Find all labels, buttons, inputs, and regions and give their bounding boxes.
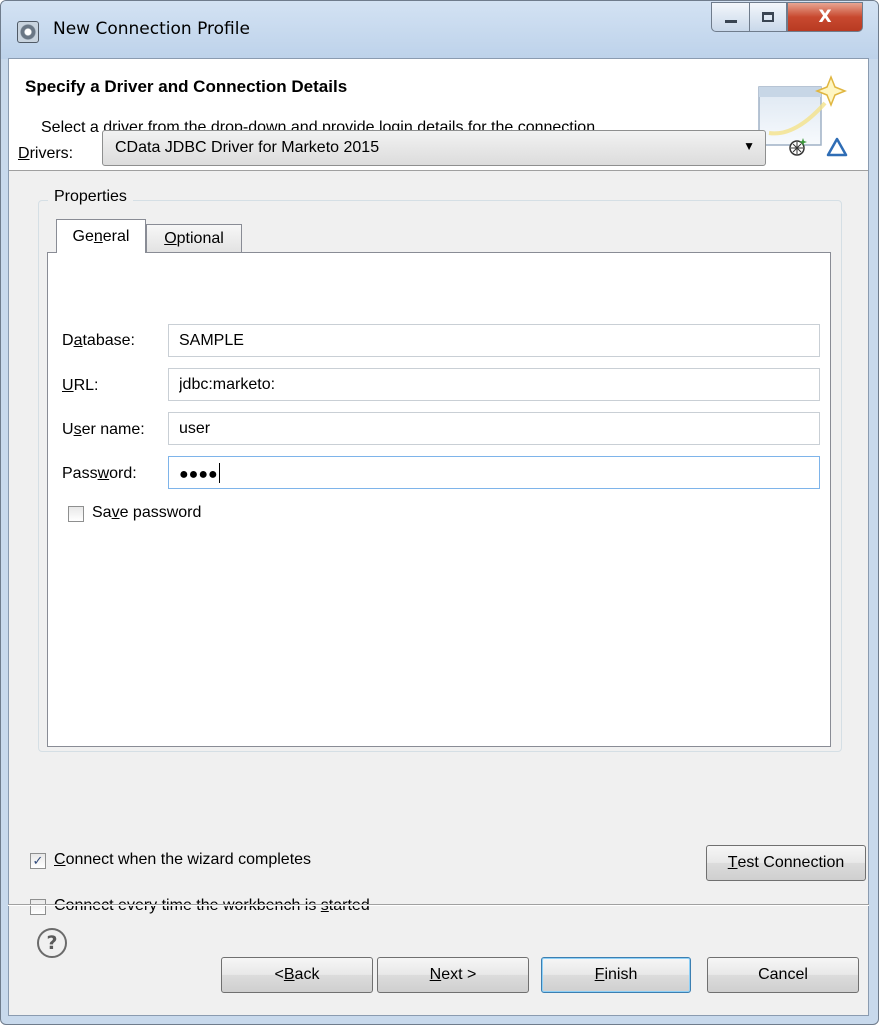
close-button[interactable]: X	[787, 2, 863, 32]
checkmark-icon: ✓	[32, 853, 44, 869]
connect-every-time-checkbox[interactable]	[30, 899, 46, 915]
title-bar[interactable]: New Connection Profile X	[1, 1, 878, 59]
tab-general[interactable]: Ge n eral	[56, 219, 146, 253]
tab-optional[interactable]: Optional	[146, 224, 242, 253]
eclipse-app-icon	[17, 21, 39, 43]
finish-button[interactable]: Finish	[541, 957, 691, 993]
new-driver-icon[interactable]	[787, 136, 809, 158]
text-cursor	[218, 463, 220, 483]
properties-group-label: Properties	[48, 188, 133, 206]
username-label: User name:	[62, 421, 145, 438]
drivers-selected-value: CData JDBC Driver for Marketo 2015	[115, 139, 380, 156]
save-password-checkbox[interactable]	[68, 506, 84, 522]
drivers-label: Drivers:	[18, 145, 74, 162]
help-glyph: ?	[46, 932, 58, 954]
maximize-button[interactable]	[749, 2, 787, 32]
back-button[interactable]: < Back	[221, 957, 373, 993]
password-label: Password:	[62, 465, 137, 482]
connect-on-complete-label[interactable]: Connect when the wizard completes	[54, 851, 311, 869]
general-tab-panel: Database: URL: User name: Password: ●●●●…	[47, 252, 831, 747]
connect-on-complete-checkbox[interactable]: ✓	[30, 853, 46, 869]
close-icon: X	[818, 7, 832, 27]
maximize-icon	[762, 12, 774, 22]
drivers-dropdown[interactable]: CData JDBC Driver for Marketo 2015 ▼	[102, 130, 766, 166]
dropdown-arrow-icon: ▼	[743, 139, 755, 153]
minimize-button[interactable]	[711, 2, 749, 32]
cancel-button[interactable]: Cancel	[707, 957, 859, 993]
database-field[interactable]	[168, 324, 820, 357]
page-title: Specify a Driver and Connection Details	[25, 77, 348, 96]
window-title: New Connection Profile	[53, 19, 250, 39]
help-icon[interactable]: ?	[37, 928, 67, 958]
url-field[interactable]	[168, 368, 820, 401]
database-label: Database:	[62, 332, 135, 349]
save-password-label[interactable]: Save password	[92, 504, 201, 522]
url-label: URL:	[62, 377, 99, 394]
password-field[interactable]: ●●●●	[168, 456, 820, 489]
connect-every-time-label[interactable]: Connect every time the workbench is star…	[54, 897, 370, 915]
footer-separator	[8, 904, 869, 906]
password-masked-value: ●●●●	[179, 466, 218, 483]
test-connection-button[interactable]: Test Connection	[706, 845, 866, 881]
edit-driver-icon[interactable]	[826, 136, 848, 158]
username-field[interactable]	[168, 412, 820, 445]
next-button[interactable]: Next >	[377, 957, 529, 993]
minimize-icon	[724, 19, 737, 23]
